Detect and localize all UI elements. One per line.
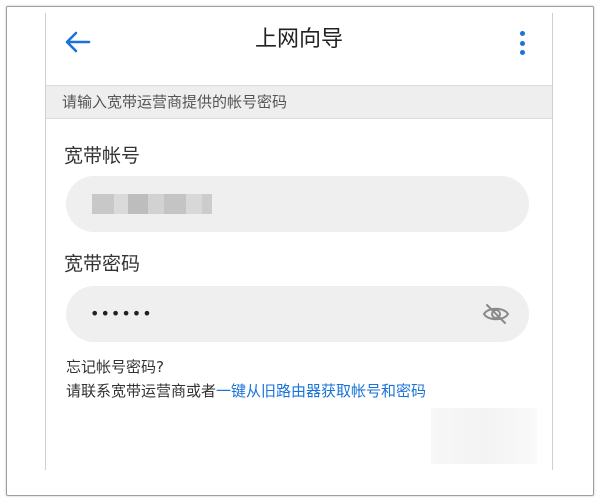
eye-off-icon bbox=[482, 304, 510, 324]
contact-help-text: 请联系宽带运营商或者一键从旧路由器获取帐号和密码 bbox=[66, 380, 426, 402]
more-dot bbox=[519, 40, 525, 46]
more-vertical-icon bbox=[519, 31, 525, 36]
account-input[interactable] bbox=[66, 176, 529, 232]
password-label: 宽带密码 bbox=[64, 253, 141, 275]
password-input[interactable]: •••••• bbox=[66, 286, 529, 342]
password-masked-value: •••••• bbox=[90, 304, 153, 323]
more-dot bbox=[519, 50, 525, 55]
blurred-account-value bbox=[92, 194, 212, 214]
screenshot-frame: 上网向导 请输入宽带运营商提供的帐号密码 宽带帐号 宽带密码 •••••• 忘记… bbox=[6, 6, 594, 496]
contact-prefix: 请联系宽带运营商或者 bbox=[66, 382, 217, 400]
forgot-credentials-text: 忘记帐号密码? bbox=[66, 358, 164, 376]
blurred-region bbox=[431, 408, 537, 464]
instruction-banner: 请输入宽带运营商提供的帐号密码 bbox=[46, 85, 552, 119]
account-label: 宽带帐号 bbox=[64, 145, 141, 167]
app-bar: 上网向导 bbox=[46, 13, 552, 71]
more-menu-button[interactable] bbox=[514, 27, 530, 59]
page-title: 上网向导 bbox=[254, 27, 343, 52]
toggle-password-visibility-button[interactable] bbox=[481, 300, 511, 328]
app-screen: 上网向导 请输入宽带运营商提供的帐号密码 宽带帐号 宽带密码 •••••• 忘记… bbox=[45, 13, 553, 470]
fetch-from-old-router-link[interactable]: 一键从旧路由器获取帐号和密码 bbox=[216, 382, 426, 400]
